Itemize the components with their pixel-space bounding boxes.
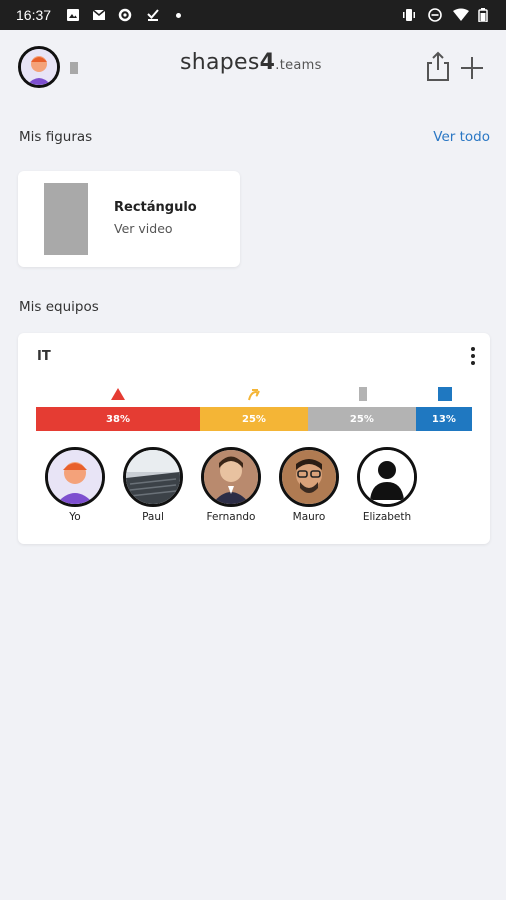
member-paul[interactable]: Paul <box>118 447 188 523</box>
member-name: Paul <box>142 511 164 523</box>
logo-suffix: .teams <box>275 58 322 73</box>
member-name: Elizabeth <box>362 511 412 523</box>
member-avatar <box>123 447 183 507</box>
settings-icon <box>118 8 132 22</box>
figure-card[interactable]: Rectángulo Ver video <box>18 171 240 267</box>
squiggle-icon <box>248 389 260 401</box>
status-bar: 16:37 <box>0 0 506 30</box>
member-name: Mauro <box>292 511 326 523</box>
vibrate-icon <box>403 9 415 21</box>
do-not-disturb-icon <box>428 8 442 22</box>
person-photo-icon <box>282 450 336 504</box>
member-yo[interactable]: Yo <box>40 447 110 523</box>
default-user-icon <box>360 450 414 504</box>
user-avatar-icon <box>21 49 57 85</box>
keyboard-photo-icon <box>126 450 180 504</box>
rectangle-icon <box>359 387 367 401</box>
figure-video-link[interactable]: Ver video <box>114 221 173 236</box>
team-members: Yo Paul Fernando Mauro Elizabeth <box>40 447 480 527</box>
member-avatar <box>201 447 261 507</box>
logo-number: 4 <box>259 50 276 75</box>
download-done-icon <box>147 9 159 21</box>
logo-prefix: shapes <box>180 50 260 75</box>
shape-distribution-bar: 38% 25% 25% 13% <box>36 407 472 431</box>
team-card[interactable]: IT 38% 25% 25% 13% Yo Paul Fernando Maur… <box>18 333 490 544</box>
person-photo-icon <box>204 450 258 504</box>
triangle-icon <box>111 388 125 400</box>
square-icon <box>438 387 452 401</box>
app-logo: shapes4.teams <box>180 50 322 75</box>
battery-icon <box>478 8 488 22</box>
gmail-icon <box>92 9 106 20</box>
shape-icons-row <box>36 387 472 405</box>
profile-avatar[interactable] <box>18 46 60 88</box>
distribution-segment-rectangle: 25% <box>307 407 416 431</box>
member-avatar <box>45 447 105 507</box>
user-avatar-icon <box>48 450 102 504</box>
teams-section-title: Mis equipos <box>19 299 99 315</box>
share-icon[interactable] <box>424 50 452 82</box>
wifi-icon <box>453 8 469 21</box>
member-fernando[interactable]: Fernando <box>196 447 266 523</box>
more-options-icon[interactable] <box>468 347 478 367</box>
distribution-segment-squiggle: 25% <box>200 407 308 431</box>
member-avatar <box>279 447 339 507</box>
rectangle-thumbnail <box>44 183 88 255</box>
notification-dot-icon <box>176 13 181 18</box>
distribution-segment-square: 13% <box>415 407 472 431</box>
app-header: shapes4.teams <box>0 30 506 106</box>
distribution-segment-triangle: 38% <box>36 407 201 431</box>
rectangle-shape-icon <box>70 62 78 74</box>
figures-section-title: Mis figuras <box>19 129 93 145</box>
image-icon <box>67 9 79 21</box>
member-mauro[interactable]: Mauro <box>274 447 344 523</box>
figure-name: Rectángulo <box>114 200 197 215</box>
member-avatar <box>357 447 417 507</box>
member-name: Fernando <box>206 511 256 523</box>
member-elizabeth[interactable]: Elizabeth <box>352 447 422 523</box>
see-all-link[interactable]: Ver todo <box>433 129 490 145</box>
status-time: 16:37 <box>16 7 52 23</box>
team-name: IT <box>37 349 51 364</box>
member-name: Yo <box>69 511 81 523</box>
plus-icon[interactable] <box>458 54 486 82</box>
